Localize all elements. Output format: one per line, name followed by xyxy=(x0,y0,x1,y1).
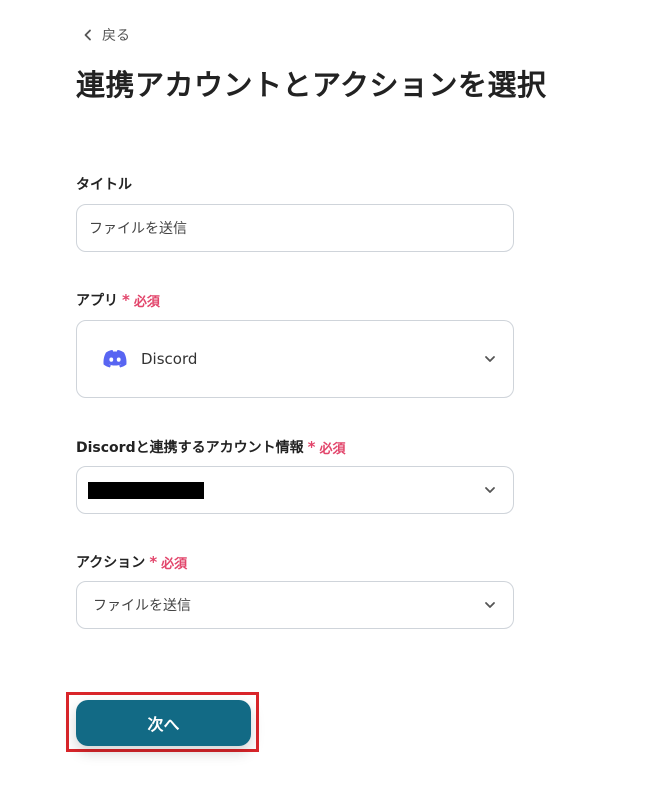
redacted-account-value xyxy=(88,482,204,499)
required-badge: * 必須 xyxy=(122,291,160,310)
app-select-value: Discord xyxy=(141,350,198,368)
next-button[interactable]: 次へ xyxy=(76,700,251,746)
account-field-label: Discordと連携するアカウント情報 * 必須 xyxy=(76,438,346,457)
title-field-label: タイトル xyxy=(76,177,132,193)
action-select-value: ファイルを送信 xyxy=(93,598,191,614)
chevron-down-icon xyxy=(485,602,495,608)
app-field-label: アプリ * 必須 xyxy=(76,291,160,310)
chevron-left-icon xyxy=(84,29,91,41)
discord-logo-icon xyxy=(103,350,127,368)
chevron-down-icon xyxy=(485,487,495,493)
chevron-down-icon xyxy=(485,356,495,362)
required-badge: * 必須 xyxy=(149,553,188,572)
title-field[interactable] xyxy=(76,204,514,252)
title-input[interactable] xyxy=(77,220,513,236)
back-link[interactable]: 戻る xyxy=(82,25,130,45)
action-select[interactable]: ファイルを送信 xyxy=(76,581,514,629)
required-badge: * 必須 xyxy=(307,438,346,457)
back-label: 戻る xyxy=(102,28,130,44)
page-title: 連携アカウントとアクションを選択 xyxy=(76,68,547,102)
app-select[interactable]: Discord xyxy=(76,320,514,398)
action-field-label: アクション * 必須 xyxy=(76,553,188,572)
